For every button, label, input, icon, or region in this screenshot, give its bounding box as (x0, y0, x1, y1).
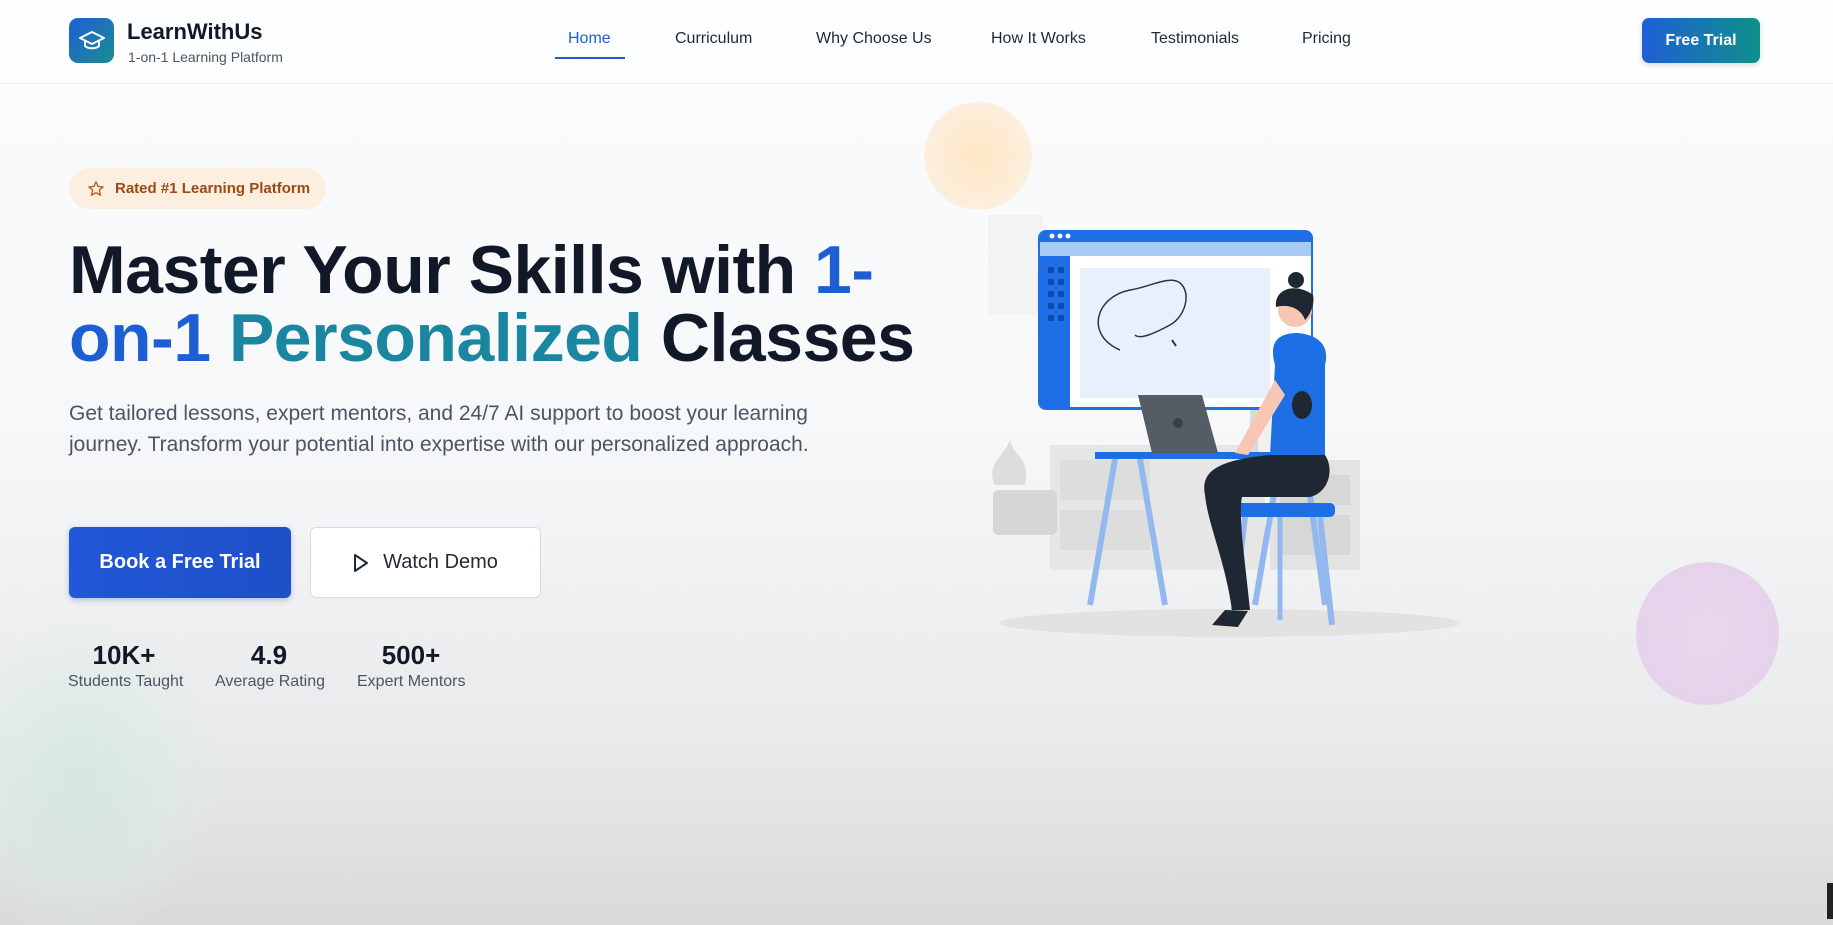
hero-illustration (988, 215, 1460, 637)
nav-testimonials[interactable]: Testimonials (1151, 30, 1239, 48)
nav-how-it-works[interactable]: How It Works (991, 30, 1086, 48)
hero-description: Get tailored lessons, expert mentors, an… (69, 402, 809, 456)
stat-label: Students Taught (68, 673, 184, 690)
play-icon (354, 553, 369, 572)
nav-pricing[interactable]: Pricing (1302, 30, 1351, 48)
logo[interactable] (69, 18, 114, 63)
active-nav-indicator (555, 57, 625, 59)
stat-label: Average Rating (215, 673, 325, 690)
stat-value: 10K+ (92, 640, 156, 670)
hero-headline: Master Your Skills with 1- on-1 Personal… (69, 236, 915, 372)
rating-badge: Rated #1 Learning Platform (69, 168, 326, 209)
watch-demo-button[interactable]: Watch Demo (310, 527, 541, 598)
headline-part-4: Personalized (228, 300, 643, 376)
headline-part-5: Classes (642, 300, 915, 376)
scrollbar-thumb[interactable] (1827, 883, 1833, 919)
headline-part-2: 1- (814, 232, 874, 308)
graduation-cap-icon (78, 30, 105, 49)
brand-name[interactable]: LearnWithUs (127, 19, 262, 45)
stat-value: 4.9 (250, 640, 288, 670)
stat-students: 10K+ Students Taught (68, 640, 184, 691)
nav-home[interactable]: Home (568, 30, 611, 48)
background-blob-purple (1636, 562, 1779, 705)
nav-curriculum[interactable]: Curriculum (675, 30, 752, 48)
free-trial-button[interactable]: Free Trial (1642, 18, 1760, 63)
star-icon (88, 180, 104, 196)
stat-label: Expert Mentors (357, 673, 466, 690)
top-navigation-bar: LearnWithUs 1-on-1 Learning Platform Hom… (0, 0, 1833, 84)
headline-part-1: Master Your Skills with (69, 232, 815, 308)
stat-value: 500+ (381, 640, 441, 670)
nav-why-choose-us[interactable]: Why Choose Us (816, 30, 932, 48)
watch-demo-label: Watch Demo (383, 551, 498, 573)
background-blob-orange (924, 102, 1032, 210)
badge-text: Rated #1 Learning Platform (115, 180, 311, 197)
headline-part-3: on-1 (69, 300, 229, 376)
stat-mentors: 500+ Expert Mentors (357, 640, 465, 691)
brand-tagline: 1-on-1 Learning Platform (128, 49, 283, 65)
stat-rating: 4.9 Average Rating (215, 640, 325, 691)
book-free-trial-button[interactable]: Book a Free Trial (69, 527, 291, 598)
